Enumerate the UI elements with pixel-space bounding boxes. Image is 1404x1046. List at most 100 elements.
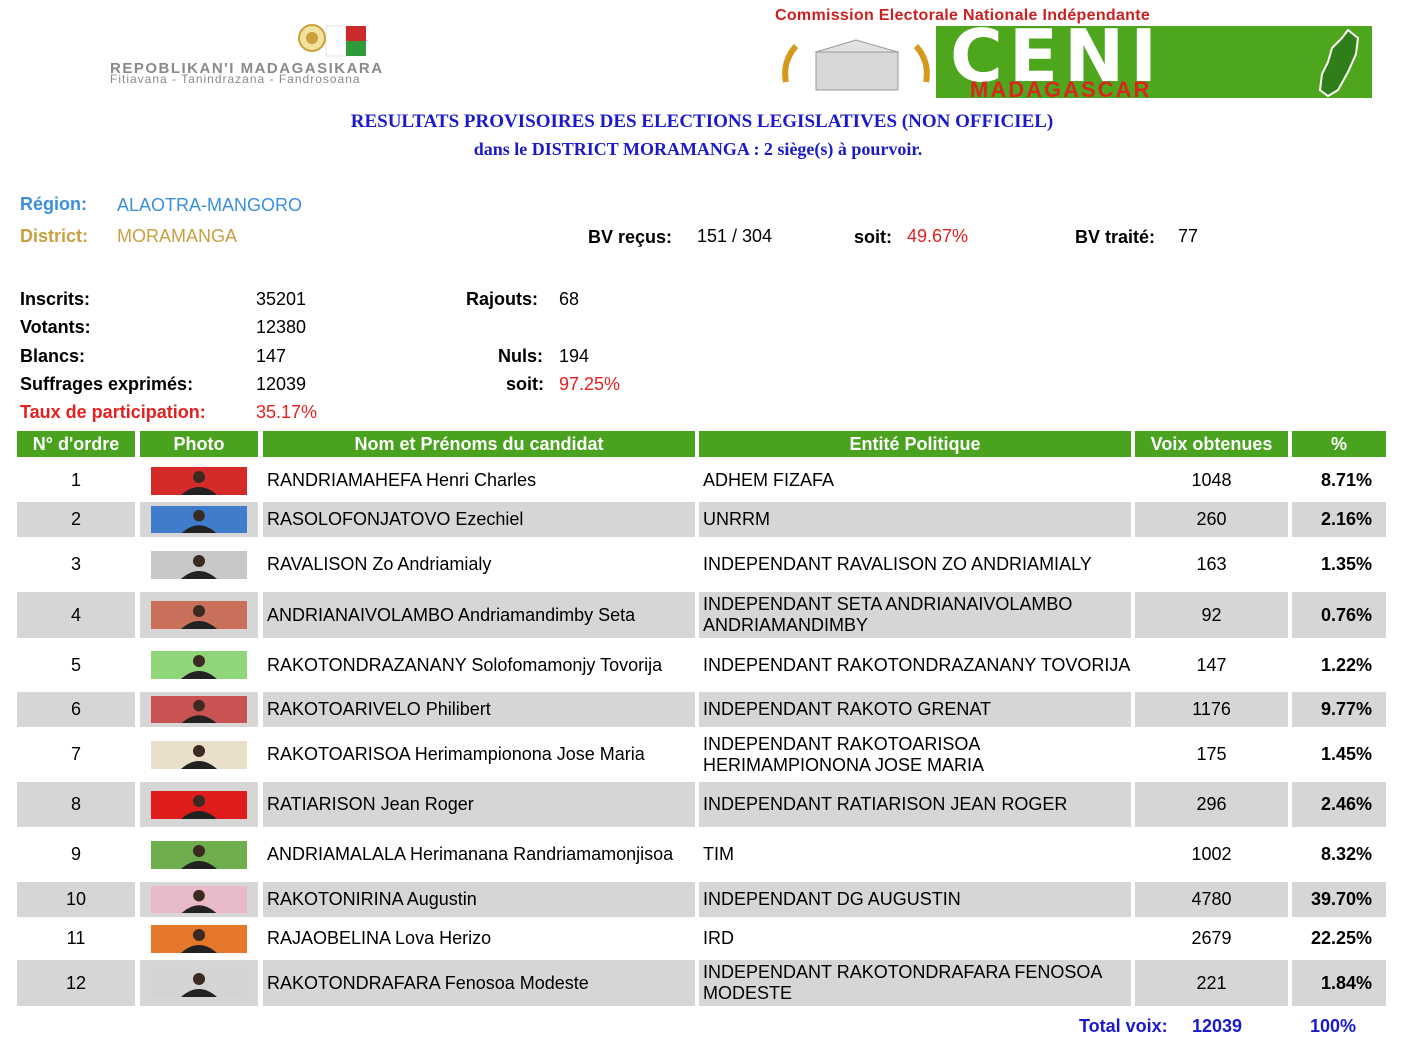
- candidate-percent: 8.71%: [1320, 470, 1372, 490]
- participation-label: Taux de participation:: [20, 402, 206, 422]
- votants-label: Votants:: [20, 317, 91, 337]
- bv-recus-label: BV reçus:: [588, 227, 673, 247]
- votants-value: 12380: [256, 317, 307, 337]
- candidate-name: RAKOTONDRAZANANY Solofomamonjy Tovorija: [267, 654, 663, 675]
- results-subtitle: dans le DISTRICT MORAMANGA : 2 siège(s) …: [473, 139, 923, 159]
- candidate-photo-cell: [140, 782, 258, 827]
- candidate-party: INDEPENDANT RAKOTONDRAFARA FENOSOA MODES…: [699, 960, 1131, 1006]
- candidate-order: 11: [66, 928, 86, 948]
- candidate-name: RAKOTONIRINA Augustin: [263, 882, 695, 917]
- candidate-votes: 1002: [1191, 844, 1232, 864]
- candidate-photo-cell: [140, 830, 258, 879]
- candidate-party: INDEPENDANT SETA ANDRIANAIVOLAMBO ANDRIA…: [699, 592, 1131, 638]
- candidate-order: 1: [70, 470, 81, 490]
- col-header-percent: %: [1292, 431, 1386, 457]
- candidate-percent: 39.70%: [1292, 882, 1386, 917]
- rajouts-label: Rajouts:: [466, 289, 538, 309]
- madagascar-map-icon: [1318, 28, 1360, 98]
- republic-motto: Fitiavana - Tanindrazana - Fandrosoana: [110, 72, 361, 86]
- candidate-photo: [151, 924, 247, 953]
- candidate-votes: 163: [1196, 554, 1227, 574]
- candidate-percent: 1.35%: [1320, 554, 1372, 574]
- region-value: ALAOTRA-MANGORO: [117, 195, 303, 215]
- candidate-name: RATIARISON Jean Roger: [263, 782, 695, 827]
- candidate-votes: 221: [1135, 960, 1288, 1006]
- candidate-party: INDEPENDANT RATIARISON JEAN ROGER: [699, 782, 1131, 827]
- candidate-votes: 296: [1135, 782, 1288, 827]
- candidate-photo-cell: [140, 692, 258, 727]
- candidate-percent: 1.84%: [1292, 960, 1386, 1006]
- candidate-order: 6: [17, 692, 135, 727]
- candidate-percent: 0.76%: [1292, 592, 1386, 638]
- bv-traite-label: BV traité:: [1075, 227, 1156, 247]
- candidate-photo: [151, 740, 247, 769]
- candidate-photo: [151, 696, 247, 723]
- candidate-party: TIM: [703, 844, 734, 864]
- candidate-name: RANDRIAMAHEFA Henri Charles: [267, 470, 537, 490]
- candidate-votes: 1048: [1191, 470, 1232, 490]
- col-header-order: N° d'ordre: [17, 431, 135, 457]
- candidate-photo: [151, 969, 247, 997]
- suffrages-label: Suffrages exprimés:: [20, 374, 194, 394]
- candidate-party: UNRRM: [699, 502, 1131, 537]
- candidate-order: 10: [17, 882, 135, 917]
- candidate-photo-cell: [140, 920, 258, 957]
- region-label: Région:: [20, 194, 87, 214]
- candidate-votes: 147: [1196, 654, 1227, 675]
- candidate-photo: [151, 651, 247, 679]
- candidate-order: 8: [17, 782, 135, 827]
- candidate-votes: 175: [1196, 744, 1227, 764]
- inscrits-value: 35201: [256, 289, 307, 309]
- candidate-order: 12: [17, 960, 135, 1006]
- blancs-label: Blancs:: [20, 346, 86, 366]
- candidate-photo: [151, 601, 247, 629]
- candidate-party: IRD: [703, 928, 734, 948]
- total-label: Total voix:: [1079, 1016, 1168, 1036]
- candidate-photo-cell: [140, 540, 258, 589]
- suffrages-value: 12039: [256, 374, 307, 394]
- candidate-party: INDEPENDANT RAKOTO GRENAT: [699, 692, 1131, 727]
- candidate-percent: 2.46%: [1292, 782, 1386, 827]
- candidate-photo-cell: [140, 502, 258, 537]
- candidate-order: 4: [17, 592, 135, 638]
- col-header-votes: Voix obtenues: [1135, 431, 1288, 457]
- bv-percent-value: 49.67%: [907, 226, 969, 246]
- bv-traite-value: 77: [1178, 226, 1199, 246]
- candidate-order: 3: [70, 554, 81, 574]
- candidate-order: 9: [70, 844, 81, 864]
- bv-recus-value: 151 / 304: [697, 226, 773, 246]
- candidate-photo-cell: [140, 730, 258, 779]
- total-percent: 100%: [1310, 1016, 1357, 1036]
- district-label: District:: [20, 226, 89, 246]
- candidate-votes: 4780: [1135, 882, 1288, 917]
- candidate-votes: 2679: [1191, 928, 1232, 948]
- total-votes: 12039: [1192, 1016, 1243, 1036]
- candidate-percent: 1.45%: [1320, 744, 1372, 764]
- candidate-votes: 1176: [1135, 692, 1288, 727]
- candidate-party: INDEPENDANT RAKOTONDRAZANANY TOVORIJA: [703, 654, 1131, 675]
- candidate-photo-cell: [140, 882, 258, 917]
- nuls-value: 194: [559, 346, 590, 366]
- candidate-name: RAKOTOARIVELO Philibert: [263, 692, 695, 727]
- candidate-photo: [151, 506, 247, 533]
- ceni-country: MADAGASCAR: [970, 77, 1152, 102]
- col-header-candidate: Nom et Prénoms du candidat: [263, 431, 695, 457]
- candidate-name: ANDRIANAIVOLAMBO Andriamandimby Seta: [263, 592, 695, 638]
- candidate-photo-cell: [140, 641, 258, 689]
- republic-emblem-logo: [298, 24, 366, 57]
- candidate-photo: [151, 466, 247, 495]
- candidate-photo: [151, 790, 247, 819]
- candidate-percent: 22.25%: [1310, 928, 1372, 948]
- candidate-order: 2: [17, 502, 135, 537]
- district-value: MORAMANGA: [117, 226, 238, 246]
- candidate-name: RAKOTONDRAFARA Fenosoa Modeste: [263, 960, 695, 1006]
- candidate-name: RASOLOFONJATOVO Ezechiel: [263, 502, 695, 537]
- candidate-votes: 92: [1135, 592, 1288, 638]
- candidate-name: ANDRIAMALALA Herimanana Randriamamonjiso…: [267, 844, 674, 864]
- candidate-percent: 1.22%: [1320, 654, 1372, 675]
- candidate-percent: 8.32%: [1320, 844, 1372, 864]
- candidate-party: ADHEM FIZAFA: [703, 470, 835, 490]
- candidate-photo: [151, 840, 247, 869]
- results-title: RESULTATS PROVISOIRES DES ELECTIONS LEGI…: [350, 111, 1054, 132]
- candidate-name: RAVALISON Zo Andriamialy: [267, 554, 492, 574]
